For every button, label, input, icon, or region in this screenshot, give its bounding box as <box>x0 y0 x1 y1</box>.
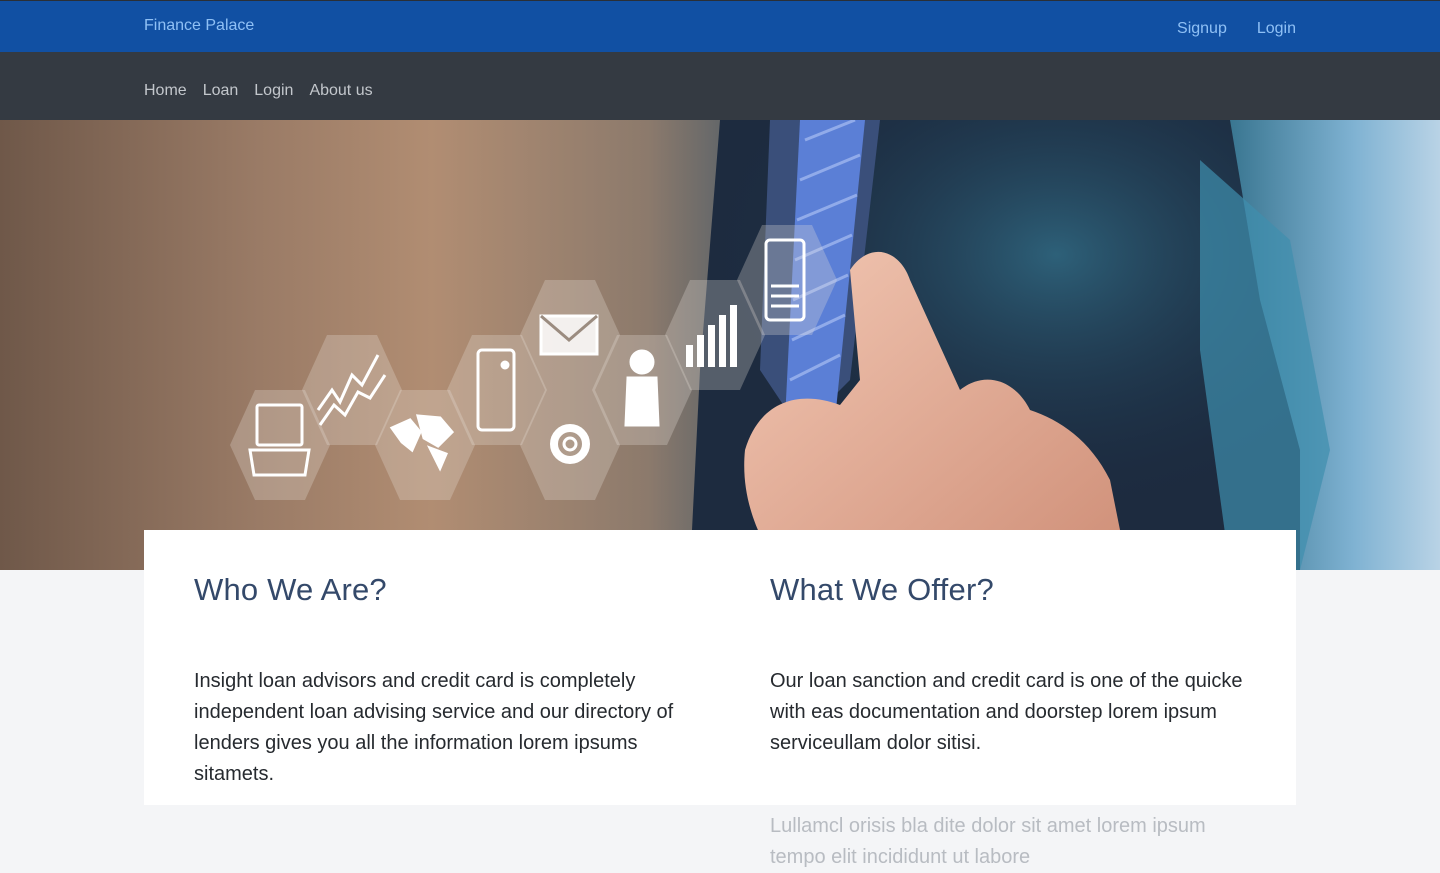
hero-illustration <box>230 120 1330 570</box>
who-we-are-text: Insight loan advisors and credit card is… <box>194 670 674 785</box>
nav-login[interactable]: Login <box>254 82 293 100</box>
main-nav: Home Loan Login About us <box>0 52 1440 120</box>
signup-link[interactable]: Signup <box>1177 20 1227 38</box>
hero-banner <box>0 120 1440 570</box>
what-we-offer-section: What We Offer? Our loan sanction and cre… <box>770 572 1250 873</box>
content-card: Who We Are? Insight loan advisors and cr… <box>144 530 1296 868</box>
nav-about-us[interactable]: About us <box>309 82 372 100</box>
what-we-offer-title: What We Offer? <box>770 572 994 607</box>
auth-links: Signup Login <box>1177 20 1296 38</box>
envelope-icon <box>539 314 599 356</box>
nav-loan[interactable]: Loan <box>203 82 239 100</box>
nav-home[interactable]: Home <box>144 82 187 100</box>
who-we-are-title: Who We Are? <box>194 572 387 607</box>
brand-link[interactable]: Finance Palace <box>144 17 254 35</box>
nav-links: Home Loan Login About us <box>144 82 373 100</box>
person-icon <box>624 349 660 427</box>
what-we-offer-text-2: Lullamcl orisis bla dite dolor sit amet … <box>770 815 1206 868</box>
login-link[interactable]: Login <box>1257 20 1296 38</box>
top-bar: Finance Palace Signup Login <box>0 0 1440 52</box>
what-we-offer-text: Our loan sanction and credit card is one… <box>770 670 1243 754</box>
who-we-are-section: Who We Are? Insight loan advisors and cr… <box>194 572 674 790</box>
